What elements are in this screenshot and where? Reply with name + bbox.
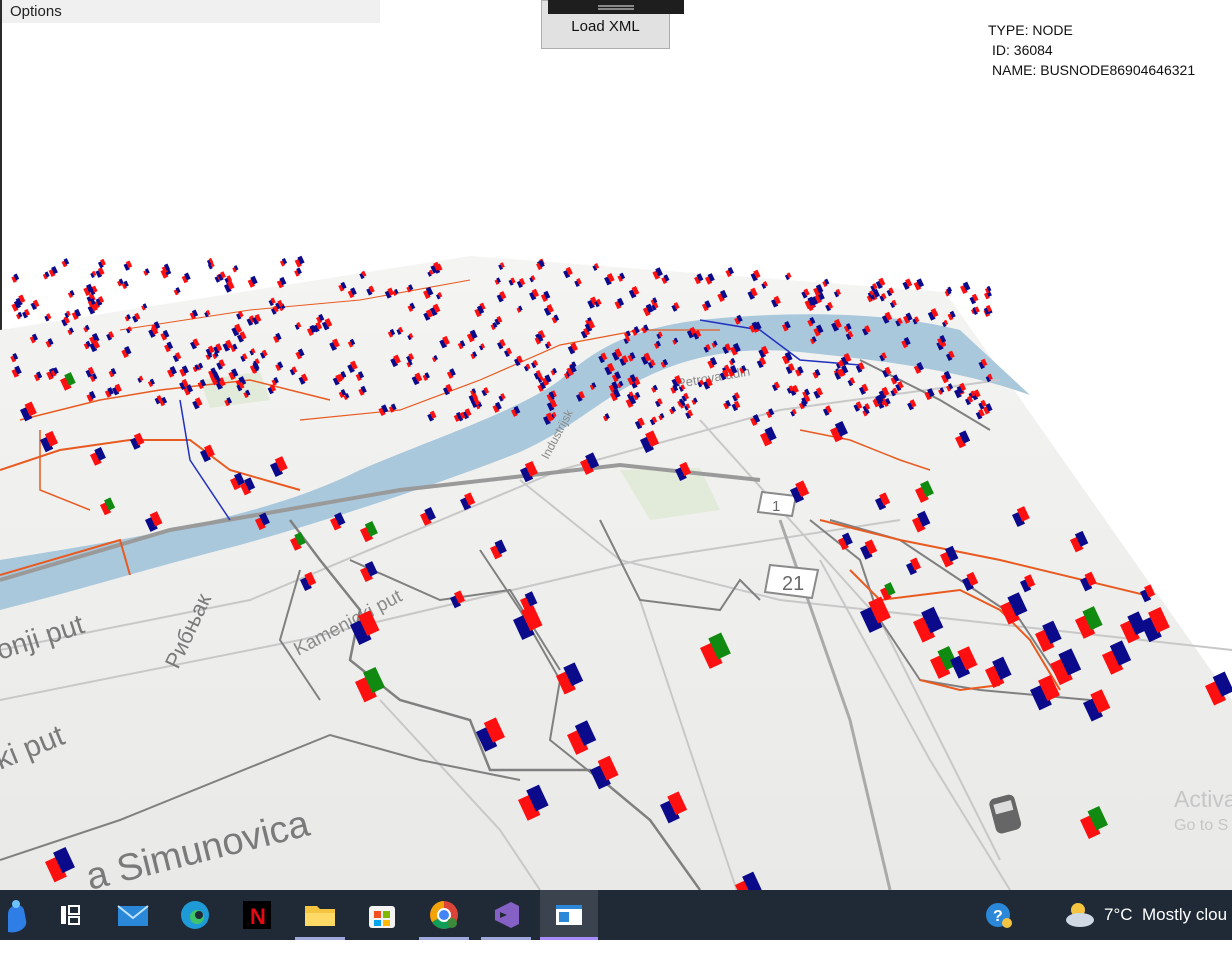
network-node[interactable] [173,287,181,296]
network-node[interactable] [913,278,925,291]
options-panel[interactable]: Options [2,0,380,23]
network-node[interactable] [11,273,20,283]
network-node[interactable] [969,293,979,305]
road-shield-21: 21 [763,563,820,600]
store-icon [369,906,395,928]
road-shield-1: 1 [756,490,798,518]
network-node[interactable] [64,310,71,319]
network-node[interactable] [232,265,239,273]
help-icon: ? [986,903,1012,928]
app-window-icon [556,905,582,925]
visual-studio-icon [495,902,519,928]
help-button[interactable]: ? [982,890,1014,940]
map-3d-viewport[interactable]: Petrovaradin Industrijsk Kamenicki put a… [0,0,1232,890]
network-node[interactable] [902,278,913,290]
info-type: TYPE: NODE [988,22,1073,38]
visual-studio-button[interactable] [481,890,531,940]
weather-cloud-icon [1066,903,1094,927]
taskbar: N ? 7°C Mostly clou [0,890,1232,940]
task-view-icon [61,905,80,925]
task-view-button[interactable] [45,890,95,940]
grip-icon [598,5,634,7]
file-explorer-button[interactable] [295,890,345,940]
network-node[interactable] [279,257,288,267]
weather-temp: 7°C [1104,905,1133,924]
network-node[interactable] [42,271,50,280]
weather-text: Mostly clou [1142,905,1228,924]
weather-widget[interactable]: 7°C Mostly clou [1060,890,1227,940]
network-node[interactable] [97,258,106,269]
mail-icon [117,905,149,926]
network-node[interactable] [123,260,133,271]
network-node[interactable] [67,290,75,299]
svg-text:N: N [250,904,266,929]
watermark-line1: Activa [1174,786,1232,812]
netflix-button[interactable]: N [232,890,282,940]
chrome-icon [430,901,458,929]
edge-button[interactable] [170,890,220,940]
network-node[interactable] [61,258,70,268]
network-node[interactable] [95,267,105,278]
network-node[interactable] [48,266,58,278]
watermark-line2: Go to S [1174,817,1229,834]
copilot-icon [8,900,27,933]
svg-text:21: 21 [782,573,804,595]
network-node[interactable] [143,268,150,276]
copilot-button[interactable] [0,890,50,940]
chrome-button[interactable] [419,890,469,940]
app-window-button[interactable] [540,890,598,940]
network-node[interactable] [784,272,792,281]
network-node[interactable] [16,311,23,320]
network-node[interactable] [960,281,971,294]
info-name: NAME: BUSNODE86904646321 [992,62,1196,78]
file-explorer-icon [305,906,335,926]
network-node[interactable] [22,308,31,319]
activation-watermark: Activa Go to S [1174,786,1232,835]
selection-info-panel: TYPE: NODE ID: 36084 NAME: BUSNODE869046… [988,20,1195,80]
netflix-icon: N [243,901,271,929]
network-node[interactable] [294,267,302,277]
network-node[interactable] [90,270,97,279]
network-node[interactable] [181,272,191,284]
network-node[interactable] [294,255,305,268]
mail-button[interactable] [108,890,158,940]
info-id: ID: 36084 [992,42,1053,58]
network-node[interactable] [30,299,40,311]
store-button[interactable] [357,890,407,940]
edge-icon [181,901,209,929]
options-label: Options [10,3,62,20]
network-node[interactable] [223,280,235,293]
network-node[interactable] [247,275,258,288]
drag-handle[interactable] [548,0,684,14]
svg-text:?: ? [993,908,1003,925]
svg-text:1: 1 [772,498,780,515]
network-node[interactable] [44,313,52,322]
